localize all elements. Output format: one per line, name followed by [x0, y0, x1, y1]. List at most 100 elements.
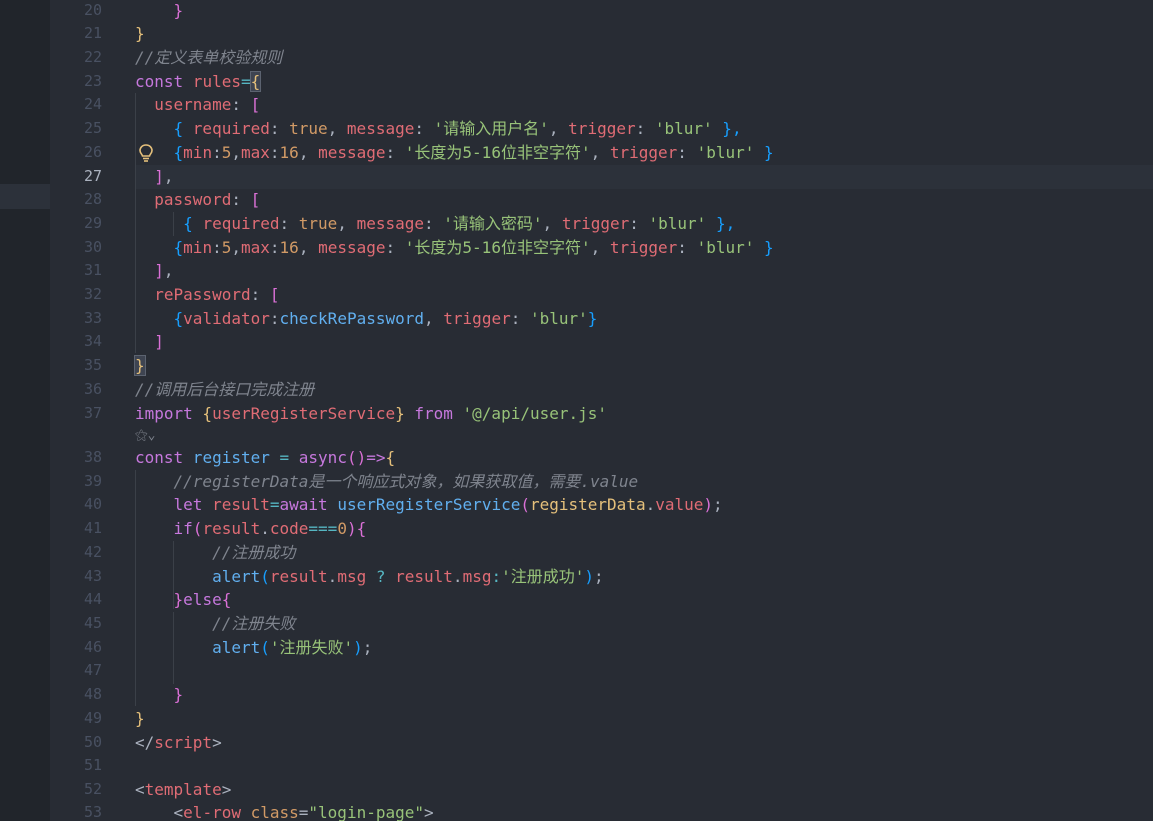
code-line-53: <el-row class="login-page"> — [135, 801, 434, 821]
code-line-44: }else{ — [135, 588, 232, 611]
property-token: msg — [462, 567, 492, 586]
property-token: min — [183, 143, 213, 162]
line-number: 45 — [83, 614, 102, 632]
operator-token: === — [308, 519, 338, 538]
string-token: '长度为5-16位非空字符' — [404, 143, 591, 162]
keyword-token: const — [135, 448, 184, 467]
property-token: trigger — [609, 238, 678, 257]
code-token: } — [135, 1, 184, 20]
code-token: , — [163, 261, 174, 280]
code-token: : — [424, 214, 444, 233]
line-number: 41 — [83, 519, 102, 537]
keyword-token: let — [135, 495, 203, 514]
string-token: '请输入用户名' — [433, 119, 549, 138]
property-token: username — [135, 95, 232, 114]
bracket-token: { — [221, 590, 232, 609]
identifier-token: result — [269, 567, 328, 586]
bracket-token: { — [385, 448, 396, 467]
code-token: , — [590, 143, 610, 162]
line-number: 26 — [83, 143, 102, 161]
line-number: 30 — [83, 238, 102, 256]
code-line-42: //注册成功 — [135, 541, 295, 564]
code-line-21: } — [135, 22, 145, 45]
comment-token: //注册失败 — [135, 614, 296, 633]
code-token: = — [298, 803, 309, 821]
bracket-token: { — [249, 71, 262, 92]
bracket-token: [ — [250, 190, 261, 209]
code-token: < — [135, 803, 184, 821]
string-token: 'blur' — [696, 238, 755, 257]
code-token: : — [677, 238, 697, 257]
code-token: : — [269, 238, 280, 257]
identifier-token: register — [183, 448, 270, 467]
code-token: ; — [594, 567, 604, 586]
line-number-gutter[interactable]: 20 21 22 23 24 25 26 27 28 29 30 31 32 3… — [50, 0, 135, 821]
code-token: , — [298, 238, 319, 257]
identifier-token: userRegisterService — [212, 404, 396, 423]
code-token: , — [590, 238, 610, 257]
code-token: : — [414, 119, 434, 138]
code-token: : — [269, 309, 280, 328]
bracket-token: } — [587, 309, 598, 328]
bracket-token: ( — [260, 567, 270, 586]
code-line-38: const register = async()=>{ — [135, 446, 395, 469]
code-token: : — [269, 143, 280, 162]
code-line-22: //定义表单校验规则 — [135, 46, 282, 69]
bracket-token: }, — [706, 214, 736, 233]
bracket-token: { — [192, 404, 213, 423]
code-token: : — [385, 143, 405, 162]
line-number: 47 — [83, 661, 102, 679]
string-token: '长度为5-16位非空字符' — [404, 238, 591, 257]
code-editor[interactable]: 20 21 22 23 24 25 26 27 28 29 30 31 32 3… — [0, 0, 1153, 821]
code-token: : — [212, 238, 222, 257]
line-number: 50 — [83, 733, 102, 751]
line-number: 35 — [83, 356, 102, 374]
operator-token: = — [240, 72, 251, 91]
code-token: > — [424, 803, 434, 821]
bracket-token: ) — [346, 519, 357, 538]
code-token: , — [298, 143, 319, 162]
code-token: , — [337, 214, 357, 233]
code-token: > — [212, 733, 222, 752]
code-text-area[interactable]: } } //定义表单校验规则 const rules={ username: [… — [134, 0, 1153, 821]
code-line-24: username: [ — [135, 93, 260, 116]
property-token: max — [241, 143, 270, 162]
string-token: 'blur' — [696, 143, 755, 162]
bracket-token: } — [395, 404, 405, 423]
keyword-token: if — [135, 519, 193, 538]
line-number: 20 — [83, 1, 102, 19]
identifier-token: result — [395, 567, 453, 586]
bracket-token: { — [135, 238, 184, 257]
bracket-token: }, — [712, 119, 742, 138]
code-token: : — [212, 143, 222, 162]
bracket-token: } — [754, 238, 774, 257]
codelens-widget[interactable]: ⚝⌄ — [135, 426, 155, 446]
code-token: : — [279, 214, 299, 233]
bracket-token: ] — [135, 167, 164, 186]
property-token: password — [135, 190, 232, 209]
bracket-token: () — [346, 448, 367, 467]
comment-token: //定义表单校验规则 — [135, 48, 283, 67]
operator-token: = — [269, 448, 299, 467]
code-line-48: } — [135, 683, 184, 706]
property-token: trigger — [561, 214, 630, 233]
property-token: rePassword — [135, 285, 251, 304]
line-number: 24 — [83, 95, 102, 113]
line-number: 33 — [83, 309, 102, 327]
code-token: </ — [135, 733, 155, 752]
code-token: : — [385, 238, 405, 257]
string-token: '注册失败' — [269, 638, 354, 657]
bracket-token: ( — [520, 495, 530, 514]
bracket-token: [ — [269, 285, 280, 304]
comment-token: //registerData是一个响应式对象，如果获取值，需要.value — [135, 472, 639, 491]
bracket-token: ) — [703, 495, 714, 514]
identifier-token: checkRePassword — [279, 309, 425, 328]
code-token: < — [135, 780, 145, 799]
property-token: trigger — [443, 309, 511, 328]
keyword-token: const — [135, 72, 184, 91]
operator-token: => — [366, 448, 386, 467]
line-number: 21 — [83, 24, 102, 42]
property-token: msg — [337, 567, 367, 586]
code-line-23: const rules={ — [135, 70, 262, 93]
code-token: : — [231, 95, 251, 114]
